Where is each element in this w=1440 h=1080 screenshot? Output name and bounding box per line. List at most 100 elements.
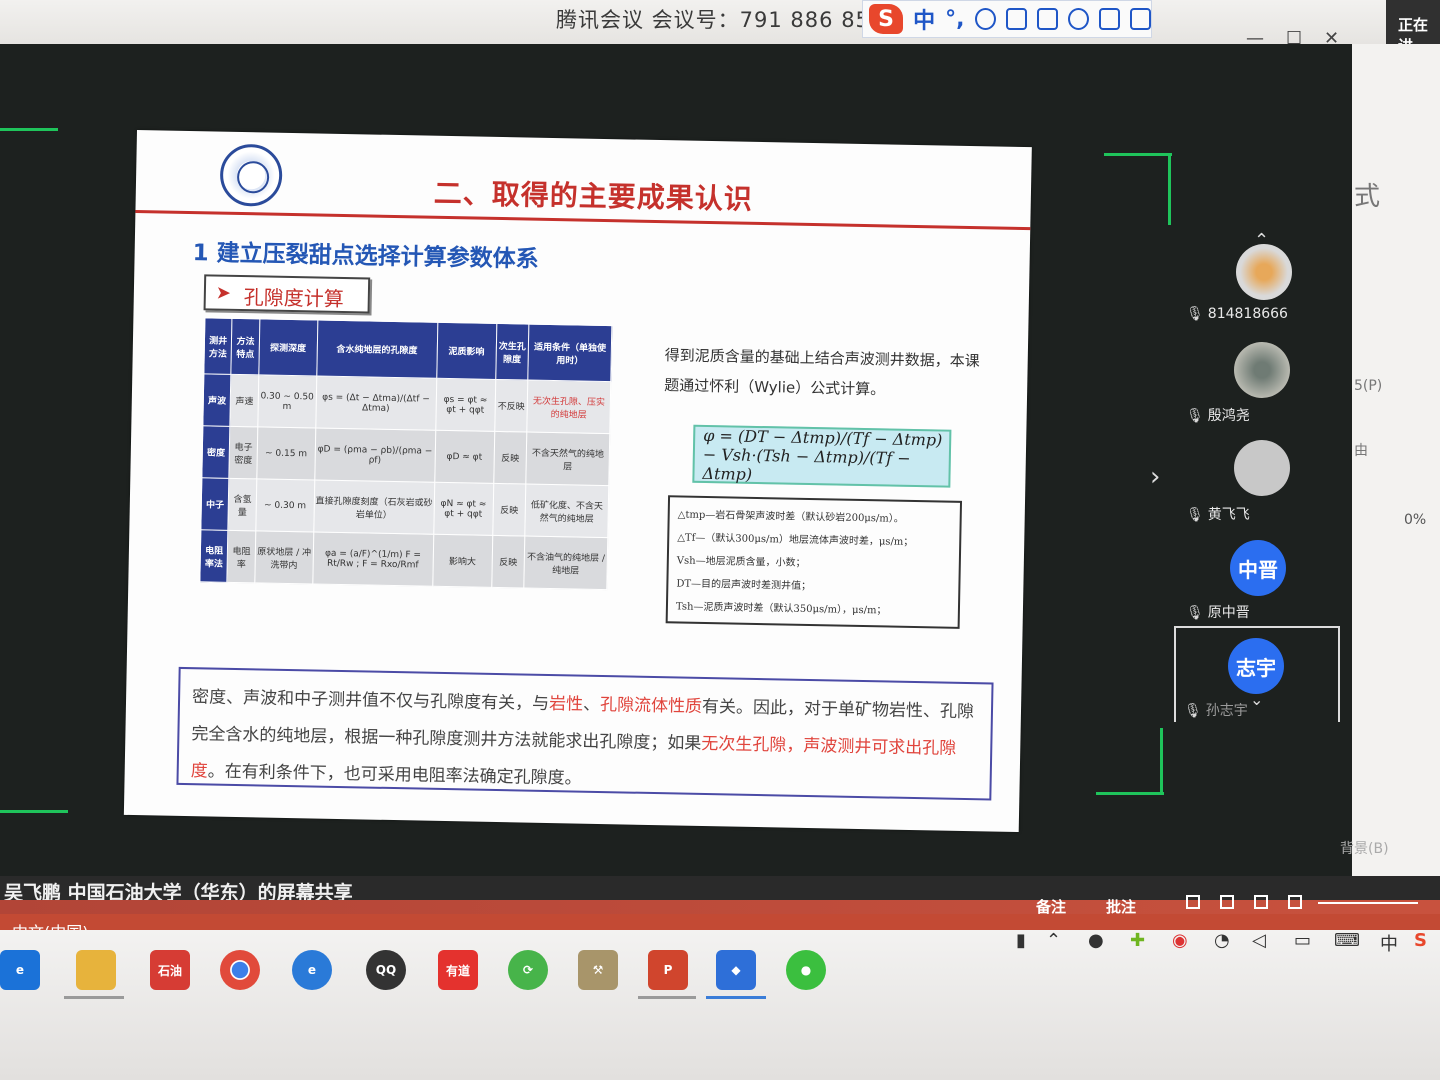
toolbox-icon[interactable]	[1129, 8, 1151, 30]
keyboard-icon[interactable]: ⌨	[1334, 930, 1360, 951]
focus-corner	[1096, 792, 1164, 795]
panel-text: 背景(B)	[1340, 841, 1389, 857]
table-row: 电阻率法 电阻率 原状地层 / 冲洗带内 φa = (a/F)^(1/m) F …	[199, 529, 608, 590]
keyboard-icon[interactable]	[1036, 8, 1058, 30]
monitor-tray-icon[interactable]: ◉	[1172, 930, 1188, 951]
mic-icon: 🎙	[1186, 408, 1204, 424]
table-header: 泥质影响	[436, 322, 497, 380]
table-cell: 原状地层 / 冲洗带内	[254, 530, 314, 584]
mic-muted-icon: 🎙	[1186, 507, 1204, 523]
zoom-slider[interactable]	[1318, 902, 1418, 904]
chrome-icon[interactable]	[220, 950, 260, 990]
scroll-down-icon[interactable]: ⌄	[1250, 690, 1263, 709]
skin-icon[interactable]	[1098, 8, 1120, 30]
chevron-right-icon[interactable]: ›	[1150, 462, 1160, 492]
microphone-icon[interactable]	[1005, 8, 1027, 30]
qq-tray-icon[interactable]: ●	[1088, 930, 1104, 951]
avatar[interactable]	[1236, 244, 1292, 300]
normal-view-icon[interactable]	[1186, 895, 1200, 909]
tool-app-icon[interactable]: ⚒	[578, 950, 618, 990]
table-cell: 声速	[230, 374, 259, 427]
porosity-table: 测井方法 方法特点 探测深度 含水纯地层的孔隙度 泥质影响 次生孔隙度 适用条件…	[199, 317, 612, 590]
table-cell: 电阻率法	[199, 529, 229, 583]
table-row: 中子 含氢量 ~ 0.30 m 直接孔隙度刻度（石灰岩或砂岩单位） φN ≈ φ…	[200, 477, 609, 538]
mic-muted-icon: 🎙	[1186, 605, 1204, 621]
slide-sorter-icon[interactable]	[1220, 895, 1234, 909]
wifi-icon[interactable]: ◔	[1214, 930, 1230, 951]
panel-text: 5(P)	[1354, 378, 1383, 394]
ime-mode-toggle[interactable]: 中	[913, 3, 935, 35]
arrow-icon: ➤	[215, 282, 232, 304]
tencent-meeting-icon[interactable]: ◆	[716, 950, 756, 990]
usb-icon[interactable]: ▮	[1016, 930, 1026, 951]
table-cell: 反映	[491, 535, 525, 589]
table-cell: 密度	[201, 425, 231, 479]
comments-button[interactable]: 批注	[1106, 896, 1136, 917]
table-cell: φa = (a/F)^(1/m) F = Rt/Rw ; F = Rxo/Rmf	[312, 531, 434, 587]
mic-muted-icon: 🎙	[1186, 306, 1204, 322]
focus-corner	[1104, 153, 1172, 156]
table-cell: 反映	[493, 431, 527, 485]
user-icon[interactable]	[1067, 8, 1089, 30]
default-avatar-icon[interactable]	[1234, 440, 1290, 496]
table-cell: 低矿化度、不含天然气的纯地层	[524, 484, 609, 538]
notification-icon[interactable]: ▭	[1294, 930, 1311, 951]
ime-indicator[interactable]: 中	[1380, 930, 1398, 956]
wechat-icon[interactable]: ●	[786, 950, 826, 990]
conclusion-text: 、	[582, 694, 601, 715]
ime-toolbar[interactable]: S 中 °,	[862, 0, 1152, 38]
edge-icon[interactable]: e	[292, 950, 332, 990]
table-header: 适用条件（单独使用时）	[527, 324, 612, 382]
active-app-indicator	[638, 996, 696, 999]
table-cell: 中子	[200, 477, 230, 531]
section-heading: 1 建立压裂甜点选择计算参数体系	[192, 240, 539, 273]
table-header: 方法特点	[231, 318, 260, 375]
highlight-text: 孔隙流体性质	[599, 694, 703, 717]
reading-view-icon[interactable]	[1254, 895, 1268, 909]
university-logo	[219, 143, 283, 207]
table-cell: φD ≈ φt	[434, 430, 495, 484]
topic-tag-label: 孔隙度计算	[243, 285, 345, 311]
avatar[interactable]: 中晋	[1230, 540, 1286, 596]
table-cell: 电子密度	[229, 426, 258, 479]
table-header: 含水纯地层的孔隙度	[316, 320, 438, 379]
avatar[interactable]	[1234, 342, 1290, 398]
slideshow-icon[interactable]	[1288, 895, 1302, 909]
progress-percent: 0%	[1404, 512, 1427, 528]
powerpoint-icon[interactable]: P	[648, 950, 688, 990]
table-header: 测井方法	[203, 317, 233, 375]
youdao-icon[interactable]: 有道	[438, 950, 478, 990]
focus-corner	[1160, 728, 1163, 794]
sogou-logo-icon[interactable]: S	[869, 4, 904, 34]
table-cell: φN ≈ φt ≈ φt + qφt	[433, 482, 494, 536]
refresh-app-icon[interactable]: ⟳	[508, 950, 548, 990]
formula-legend: △tmp—岩石骨架声波时差（默认砂岩200μs/m）。 △Tf—（默认300μs…	[665, 495, 963, 629]
petroleum-app-icon[interactable]: 石油	[150, 950, 190, 990]
table-cell: φs = (Δt − Δtma)/(Δtf − Δtma)	[315, 375, 437, 431]
active-app-indicator	[706, 996, 766, 999]
table-cell: 不反映	[494, 379, 528, 433]
wylie-formula: φ = (DT − Δtmp)/(Tf − Δtmp) − Vsh·(Tsh −…	[702, 425, 943, 484]
ime-punct-toggle[interactable]: °,	[945, 7, 964, 32]
security-tray-icon[interactable]: ✚	[1130, 930, 1145, 951]
speaker-icon[interactable]: ◁	[1252, 930, 1266, 951]
file-explorer-icon[interactable]	[76, 950, 116, 990]
conclusion-text: 密度、声波和中子测井值不仅与孔隙度有关，与	[191, 687, 550, 715]
speaking-tab[interactable]: 正在讲	[1386, 0, 1440, 55]
sogou-tray-icon[interactable]: S	[1414, 930, 1427, 951]
participant-name: 🎙 黄飞飞	[1186, 507, 1250, 523]
topic-tag: ➤ 孔隙度计算	[203, 274, 371, 314]
focus-corner	[0, 810, 68, 813]
right-panel-strip	[1352, 44, 1440, 884]
chevron-up-icon[interactable]: ⌃	[1046, 930, 1061, 951]
qq-icon[interactable]: QQ	[366, 950, 406, 990]
emoji-icon[interactable]	[974, 8, 996, 30]
ie-icon[interactable]: e	[0, 950, 40, 990]
conclusion-text: 。在有利条件下，也可采用电阻率法确定孔隙度。	[207, 761, 582, 789]
avatar[interactable]: 志宇	[1228, 638, 1284, 694]
presentation-slide: 二、取得的主要成果认识 1 建立压裂甜点选择计算参数体系 ➤ 孔隙度计算 测井方…	[123, 130, 1032, 833]
participant-name: 🎙 814818666	[1186, 306, 1288, 322]
table-cell: ~ 0.30 m	[255, 478, 315, 532]
highlight-text: 岩性	[548, 694, 584, 715]
notes-button[interactable]: 备注	[1036, 896, 1066, 917]
